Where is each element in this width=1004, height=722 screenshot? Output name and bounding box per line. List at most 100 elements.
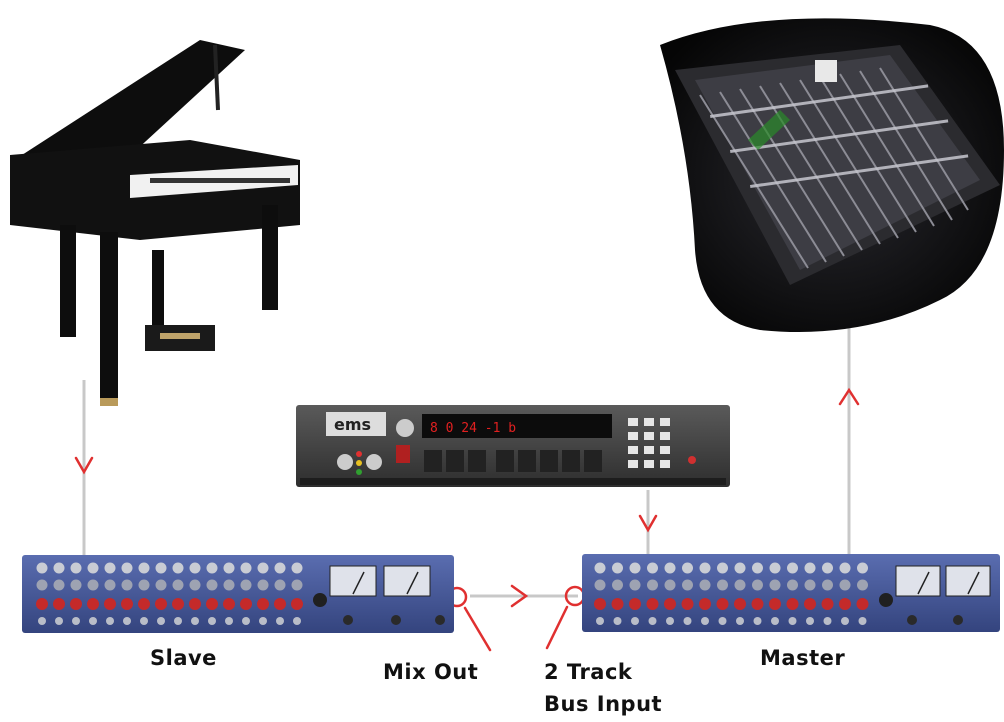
mixer-knob [138,562,150,574]
mixer-knob [821,598,834,610]
mixer-knob [157,617,165,625]
mixer-knob [189,562,201,574]
mixer-knob [291,579,303,591]
mixer-knob [612,562,623,574]
mixer-knob [822,579,833,591]
mixer-knob [70,579,82,591]
mixer-knob [123,617,131,625]
slave-label: Slave [150,646,217,670]
mixer-knob [594,579,606,591]
mixer-knob [839,562,851,574]
mixer-knob [734,562,746,574]
mixer-knob [274,598,286,610]
mixer-knob [752,562,763,574]
mixer-knob [172,579,184,591]
mixer-knob [769,598,781,610]
mixer-knob [53,562,65,574]
mixer-knob [89,617,97,625]
mixer-knob [155,579,167,591]
mix-out-label: Mix Out [383,660,479,684]
mixer-knob [664,579,676,591]
mixer-knob [699,579,711,591]
mixer-knob [189,598,201,610]
bus-input-label-line2: Bus Input [544,692,663,716]
rack-mixer-icon [582,554,1000,632]
mixer-knob [155,598,167,610]
mixer-knob [106,617,114,625]
mixer-knob [36,579,48,591]
mixer-knob [682,579,693,591]
mixer-knob [240,598,252,610]
mixer-knob [242,617,250,625]
grand-piano-icon [10,40,300,406]
mixer-knob [806,617,814,625]
master-label: Master [760,646,846,670]
bus-input-label-line1: 2 Track [544,660,633,684]
mixer-knob [823,617,832,625]
mixer-knob [596,617,604,625]
mixer-knob [717,579,728,591]
mixer-knob [751,598,764,610]
mixer-knob [70,598,82,610]
svg-text:8 0 24 -1 b: 8 0 24 -1 b [430,421,516,436]
mixer-knob [683,617,692,625]
mix-out-pointer [463,606,492,652]
mixer-knob [223,562,235,574]
mixer-knob [648,617,657,625]
mixer-knob [172,562,184,574]
mixer-knob [121,562,133,574]
mixer-knob [613,617,622,625]
mixer-knob [191,617,199,625]
mixer-knob [612,579,623,591]
mixer-knob [138,579,150,591]
mixer-knob [293,617,301,625]
rack-mixer-icon [22,555,454,633]
mixer-knob [240,579,252,591]
mixer-knob [786,598,799,610]
mixer-knob [769,579,781,591]
mixer-knob [257,562,269,574]
mixer-knob [856,598,869,610]
mixer-knob [121,598,133,610]
mixer-knob [291,562,303,574]
mixer-knob [172,598,184,610]
bus-input-pointer [545,605,569,650]
mixer-knob [208,617,216,625]
mixer-knob [206,562,218,574]
mixer-knob [240,562,252,574]
mixer-knob [274,579,286,591]
mixer-knob [682,562,693,574]
mixer-knob [858,617,867,625]
mixer-knob [87,579,99,591]
mixer-knob [647,579,658,591]
mixer-knob [259,617,267,625]
mixer-knob [804,579,816,591]
mixer-knob [274,562,286,574]
mixer-knob [629,579,641,591]
mixer-knob [787,562,798,574]
mixer-knob [594,562,606,574]
mixer-knob [104,562,116,574]
mixer-knob [53,579,65,591]
mixer-knob [647,562,658,574]
mixer-knob [629,598,641,610]
mixer-knob [594,598,606,610]
mixer-knob [646,598,659,610]
mixer-knob [839,579,851,591]
mixer-knob [681,598,694,610]
mixer-knob [291,598,303,610]
mixer-knob [87,598,99,610]
mixing-console-icon [660,18,1004,332]
mixer-knob [140,617,148,625]
svg-text:ems: ems [334,415,371,434]
mixer-knob [804,598,816,610]
mixer-knob [631,617,639,625]
mixer-knob [55,617,63,625]
mixer-knob [822,562,833,574]
signal-flow-diagram: ems 8 0 24 -1 b [10,18,1004,652]
mixer-knob [36,598,48,610]
mixer-knob [716,598,729,610]
mixer-knob [666,617,674,625]
mixer-knob [699,562,711,574]
mixer-knob [206,598,218,610]
